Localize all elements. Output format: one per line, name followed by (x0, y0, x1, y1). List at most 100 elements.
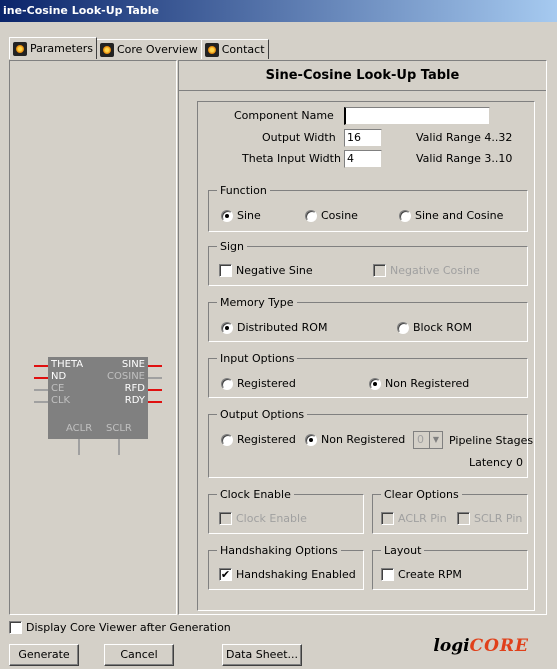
memory-distributed-label: Distributed ROM (237, 321, 328, 334)
output-width-field[interactable]: 16 (344, 129, 382, 147)
pin-nd-line (34, 377, 48, 379)
input-non-registered-radio[interactable]: Non Registered (369, 377, 469, 390)
parameters-pane: Sine-Cosine Look-Up Table Component Name… (178, 60, 547, 615)
function-sine-radio[interactable]: Sine (221, 209, 261, 222)
pin-clk-line (34, 401, 48, 403)
pin-rdy-line (148, 401, 162, 403)
function-group: Function Sine Cosine Sine and Cosine (208, 184, 528, 232)
negative-cosine-label: Negative Cosine (390, 264, 480, 277)
output-non-registered-radio[interactable]: Non Registered (305, 433, 405, 446)
radio-selected-icon (221, 209, 233, 222)
core-icon (99, 42, 114, 57)
aclr-pin-label: ACLR Pin (398, 512, 447, 525)
output-registered-label: Registered (237, 433, 296, 446)
generate-button[interactable]: Generate (9, 644, 79, 666)
core-symbol: THETA ND CE CLK SINE COSINE RFD RDY ACLR… (34, 357, 162, 455)
clear-options-group-title: Clear Options (381, 488, 462, 501)
pin-sine-line (148, 365, 162, 367)
tab-contact-label: Contact (221, 43, 265, 56)
component-name-label: Component Name (234, 109, 334, 122)
memory-distributed-radio[interactable]: Distributed ROM (221, 321, 327, 334)
checkmark-icon: ✔ (219, 568, 232, 581)
tab-contact[interactable]: Contact (200, 39, 269, 59)
logicore-logo: logiCORE (433, 636, 529, 656)
pipeline-stages-select[interactable]: 0 ▼ (413, 431, 443, 449)
theta-width-range: Valid Range 3..10 (416, 152, 513, 165)
data-sheet-button[interactable]: Data Sheet... (222, 644, 302, 666)
checkbox-icon (381, 512, 394, 525)
pin-sclr-line (118, 439, 120, 455)
sign-group: Sign Negative Sine Negative Cosine (208, 240, 528, 286)
sclr-pin-label: SCLR Pin (474, 512, 523, 525)
theta-width-field[interactable]: 4 (344, 150, 382, 168)
tab-parameters-label: Parameters (30, 42, 93, 55)
memory-type-group-title: Memory Type (217, 296, 297, 309)
radio-selected-icon (221, 321, 233, 334)
checkbox-icon (219, 264, 232, 277)
input-non-registered-label: Non Registered (385, 377, 470, 390)
pipeline-stages-label: Pipeline Stages (449, 434, 534, 447)
aclr-pin-checkbox[interactable]: ACLR Pin (381, 512, 447, 525)
radio-icon (397, 321, 409, 334)
negative-sine-checkbox[interactable]: Negative Sine (219, 264, 313, 277)
radio-icon (399, 209, 411, 222)
display-viewer-label: Display Core Viewer after Generation (26, 621, 231, 634)
pin-clk-label: CLK (51, 395, 71, 406)
symbol-pane: THETA ND CE CLK SINE COSINE RFD RDY ACLR… (9, 60, 177, 615)
logo-core: CORE (469, 636, 529, 656)
negative-sine-label: Negative Sine (236, 264, 313, 277)
create-rpm-checkbox[interactable]: Create RPM (381, 568, 462, 581)
pin-aclr-label: ACLR (66, 423, 93, 434)
function-sine-label: Sine (237, 209, 261, 222)
cancel-button[interactable]: Cancel (104, 644, 174, 666)
pin-nd-label: ND (51, 371, 67, 382)
pin-sine-label: SINE (121, 359, 145, 370)
latency-label: Latency 0 (469, 456, 523, 469)
input-options-group: Input Options Registered Non Registered (208, 352, 528, 398)
handshaking-group-title: Handshaking Options (217, 544, 341, 557)
output-non-registered-label: Non Registered (321, 433, 406, 446)
panel-title: Sine-Cosine Look-Up Table (179, 61, 546, 91)
radio-selected-icon (305, 433, 317, 446)
clock-enable-checkbox[interactable]: Clock Enable (219, 512, 307, 525)
tab-parameters[interactable]: Parameters (9, 37, 97, 59)
input-registered-radio[interactable]: Registered (221, 377, 296, 390)
radio-icon (221, 377, 233, 390)
handshaking-label: Handshaking Enabled (236, 568, 356, 581)
display-viewer-checkbox[interactable]: Display Core Viewer after Generation (9, 621, 231, 634)
chevron-down-icon: ▼ (429, 432, 442, 448)
output-width-range: Valid Range 4..32 (416, 131, 513, 144)
output-registered-radio[interactable]: Registered (221, 433, 296, 446)
pin-rfd-label: RFD (124, 383, 145, 394)
layout-group: Layout Create RPM (372, 544, 528, 590)
memory-block-radio[interactable]: Block ROM (397, 321, 472, 334)
input-options-group-title: Input Options (217, 352, 298, 365)
tab-strip: Parameters Core Overview Contact (9, 37, 269, 59)
negative-cosine-checkbox[interactable]: Negative Cosine (373, 264, 480, 277)
radio-icon (221, 433, 233, 446)
pin-theta-label: THETA (51, 359, 84, 370)
checkbox-icon (373, 264, 386, 277)
pin-cosine-line (148, 377, 162, 379)
handshaking-checkbox[interactable]: ✔ Handshaking Enabled (219, 568, 356, 581)
clock-enable-group-title: Clock Enable (217, 488, 294, 501)
function-group-title: Function (217, 184, 270, 197)
sclr-pin-checkbox[interactable]: SCLR Pin (457, 512, 522, 525)
tab-core-overview-label: Core Overview (116, 43, 198, 56)
function-cosine-label: Cosine (321, 209, 358, 222)
pin-sclr-label: SCLR (106, 423, 132, 434)
handshaking-group: Handshaking Options ✔ Handshaking Enabled (208, 544, 364, 590)
tab-core-overview[interactable]: Core Overview (95, 39, 202, 59)
component-name-field[interactable] (344, 107, 490, 125)
radio-selected-icon (369, 377, 381, 390)
function-sine-cosine-radio[interactable]: Sine and Cosine (399, 209, 503, 222)
radio-icon (305, 209, 317, 222)
input-registered-label: Registered (237, 377, 296, 390)
logo-prefix: logi (433, 636, 470, 656)
clear-options-group: Clear Options ACLR Pin SCLR Pin (372, 488, 528, 534)
pin-aclr-line (78, 439, 80, 455)
pin-ce-label: CE (51, 383, 65, 394)
function-cosine-radio[interactable]: Cosine (305, 209, 358, 222)
output-options-group: Output Options Registered Non Registered… (208, 408, 533, 478)
pin-ce-line (34, 389, 48, 391)
